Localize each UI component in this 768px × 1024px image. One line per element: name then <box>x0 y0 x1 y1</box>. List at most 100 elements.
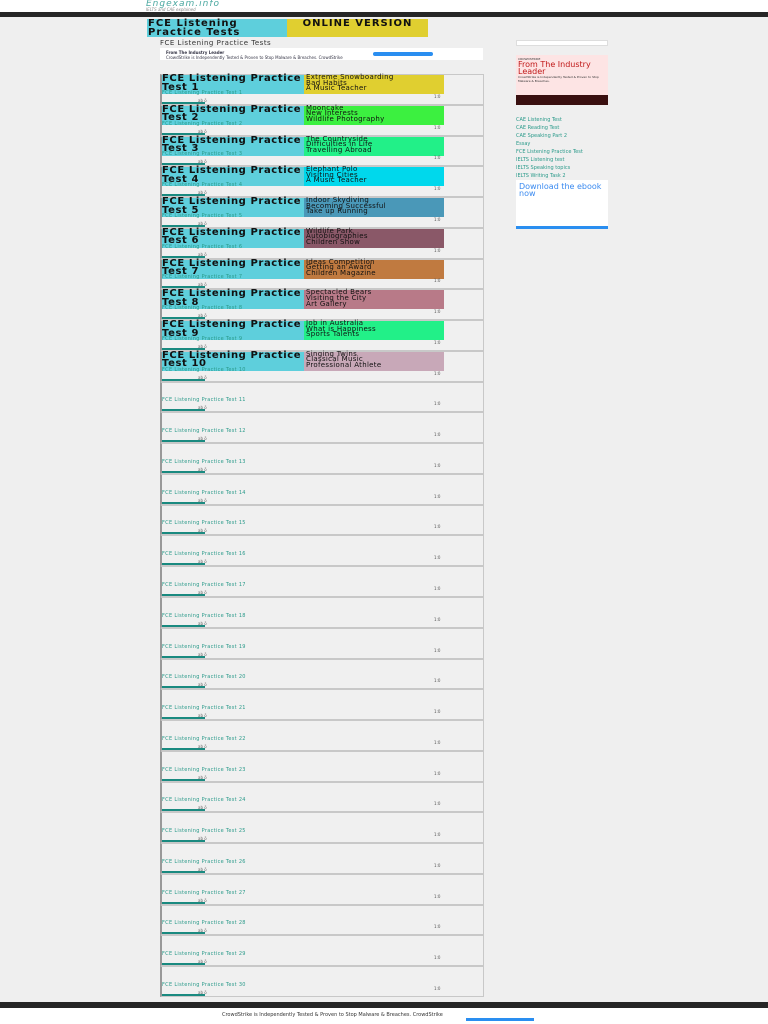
test-link[interactable]: FCE Listening Practice Test 3 <box>162 151 242 157</box>
audio-progress-bar[interactable] <box>162 563 205 566</box>
test-link[interactable]: FCE Listening Practice Test 13 <box>162 459 246 465</box>
audio-progress-bar[interactable] <box>162 809 205 812</box>
ebook-headline: Download the ebook now <box>519 182 602 198</box>
audio-progress-bar[interactable] <box>162 594 205 597</box>
test-topics: Wildlife Park Autobiographies Children Sho… <box>304 228 444 248</box>
test-row: FCE Listening Practice Test 15 ab ö 1:0 <box>160 504 484 536</box>
test-row: FCE Listening Practice Test 1 Extreme Sno… <box>160 74 484 105</box>
player-time: 1:0 <box>434 432 441 438</box>
test-row: FCE Listening Practice Test 27 ab ö 1:0 <box>160 873 484 905</box>
test-link[interactable]: FCE Listening Practice Test 4 <box>162 182 242 188</box>
test-row: FCE Listening Practice Test 24 ab ö 1:0 <box>160 781 484 813</box>
audio-progress-bar[interactable] <box>162 378 205 381</box>
test-row: FCE Listening Practice Test 5 Indoor Skyd… <box>160 197 484 228</box>
test-link[interactable]: FCE Listening Practice Test 11 <box>162 397 246 403</box>
player-time: 1:0 <box>434 801 441 807</box>
test-link[interactable]: FCE Listening Practice Test 26 <box>162 859 246 865</box>
topic: Art Gallery <box>306 299 347 308</box>
test-link[interactable]: FCE Listening Practice Test 23 <box>162 767 246 773</box>
test-link[interactable]: FCE Listening Practice Test 15 <box>162 520 246 526</box>
test-row: FCE Listening Practice Test 30 ab ö 1:0 <box>160 966 484 997</box>
test-link[interactable]: FCE Listening Practice Test 14 <box>162 490 246 496</box>
test-link[interactable]: FCE Listening Practice Test 8 <box>162 305 242 311</box>
sidebar-link[interactable]: CAE Listening Test <box>516 118 608 123</box>
player-time: 1:0 <box>434 985 441 991</box>
audio-progress-bar[interactable] <box>162 686 205 689</box>
test-link[interactable]: FCE Listening Practice Test 19 <box>162 644 246 650</box>
player-time: 1:0 <box>434 247 441 253</box>
sidebar-ad[interactable]: CROWDSTRIKE From The Industry Leader Cro… <box>516 55 608 105</box>
test-link[interactable]: FCE Listening Practice Test 30 <box>162 982 246 988</box>
sidebar-link[interactable]: CAE Reading Test <box>516 126 608 131</box>
topic: Children Magazine <box>306 268 376 277</box>
top-bar: Engexam.info IELTS and CAE explained <box>0 0 768 12</box>
audio-progress-bar[interactable] <box>162 870 205 873</box>
sidebar-link[interactable]: IELTS Speaking topics <box>516 166 608 171</box>
sidebar-link[interactable]: Essay <box>516 142 608 147</box>
ebook-button[interactable] <box>516 226 608 229</box>
ebook-ad[interactable]: Download the ebook now <box>516 180 608 229</box>
nav-band <box>0 12 768 17</box>
test-link[interactable]: FCE Listening Practice Test 6 <box>162 244 242 250</box>
audio-progress-bar[interactable] <box>162 470 205 473</box>
player-time: 1:0 <box>434 339 441 345</box>
sidebar-link[interactable]: CAE Speaking Part 2 <box>516 134 608 139</box>
test-link[interactable]: FCE Listening Practice Test 1 <box>162 90 242 96</box>
audio-progress-bar[interactable] <box>162 932 205 935</box>
test-link[interactable]: FCE Listening Practice Test 16 <box>162 551 246 557</box>
footer-ad[interactable]: CrowdStrike is Independently Tested & Pr… <box>0 1008 768 1024</box>
footer-ad-text: CrowdStrike is Independently Tested & Pr… <box>222 1012 443 1018</box>
test-row: FCE Listening Practice Test 3 The Country… <box>160 135 484 167</box>
audio-progress-bar[interactable] <box>162 993 205 996</box>
test-link[interactable]: FCE Listening Practice Test 20 <box>162 674 246 680</box>
test-link[interactable]: FCE Listening Practice Test 22 <box>162 736 246 742</box>
test-link[interactable]: FCE Listening Practice Test 24 <box>162 797 246 803</box>
sidebar-search[interactable] <box>516 40 608 46</box>
audio-progress-bar[interactable] <box>162 963 205 966</box>
sidebar-link[interactable]: FCE Listening Practice Test <box>516 150 608 155</box>
ad-headline: From The Industry Leader <box>518 60 591 76</box>
topic: Wildlife Photography <box>306 114 385 123</box>
audio-progress-bar[interactable] <box>162 778 205 781</box>
audio-progress-bar[interactable] <box>162 440 205 443</box>
site-logo[interactable]: Engexam.info IELTS and CAE explained <box>146 0 220 12</box>
audio-progress-bar[interactable] <box>162 901 205 904</box>
test-row: FCE Listening Practice Test 14 ab ö 1:0 <box>160 473 484 505</box>
test-link[interactable]: FCE Listening Practice Test 2 <box>162 121 242 127</box>
test-link[interactable]: FCE Listening Practice Test 5 <box>162 213 242 219</box>
ad-image <box>516 95 608 105</box>
audio-progress-bar[interactable] <box>162 717 205 720</box>
audio-progress-bar[interactable] <box>162 409 205 412</box>
test-link[interactable]: FCE Listening Practice Test 28 <box>162 920 246 926</box>
test-link[interactable]: FCE Listening Practice Test 12 <box>162 428 246 434</box>
test-link[interactable]: FCE Listening Practice Test 17 <box>162 582 246 588</box>
test-row: FCE Listening Practice Test 22 ab ö 1:0 <box>160 720 484 751</box>
audio-progress-bar[interactable] <box>162 840 205 843</box>
test-link[interactable]: FCE Listening Practice Test 9 <box>162 336 242 342</box>
test-row: FCE Listening Practice Test 11 ab ö 1:0 <box>160 381 484 413</box>
test-link[interactable]: FCE Listening Practice Test 18 <box>162 613 246 619</box>
top-ad[interactable]: From The Industry Leader CrowdStrike is I… <box>160 48 483 60</box>
test-link[interactable]: FCE Listening Practice Test 10 <box>162 367 246 373</box>
test-link[interactable]: FCE Listening Practice Test 25 <box>162 828 246 834</box>
player-time: 1:0 <box>434 462 441 468</box>
audio-progress-bar[interactable] <box>162 532 205 535</box>
test-link[interactable]: FCE Listening Practice Test 29 <box>162 951 246 957</box>
test-topics: Spectacled Bears Visiting the City Art Gal… <box>304 289 444 310</box>
test-row: FCE Listening Practice Test 21 ab ö 1:0 <box>160 689 484 721</box>
test-link[interactable]: FCE Listening Practice Test 21 <box>162 705 246 711</box>
audio-progress-bar[interactable] <box>162 655 205 658</box>
audio-progress-bar[interactable] <box>162 747 205 750</box>
audio-progress-bar[interactable] <box>162 501 205 504</box>
player-time: 1:0 <box>434 616 441 622</box>
test-link[interactable]: FCE Listening Practice Test 27 <box>162 890 246 896</box>
test-topics: Indoor Skydiving Becoming Successful Take … <box>304 197 444 218</box>
sidebar-link[interactable]: IELTS Listening test <box>516 158 608 163</box>
player-time: 1:0 <box>434 186 441 192</box>
audio-progress-bar[interactable] <box>162 624 205 627</box>
test-topics: Singing Twins Classical Music Professional… <box>304 351 444 371</box>
footer-ad-button[interactable] <box>466 1018 534 1021</box>
test-link[interactable]: FCE Listening Practice Test 7 <box>162 274 242 280</box>
ad-open-button[interactable] <box>373 52 433 56</box>
sidebar-link[interactable]: IELTS Writing Task 2 <box>516 174 608 179</box>
